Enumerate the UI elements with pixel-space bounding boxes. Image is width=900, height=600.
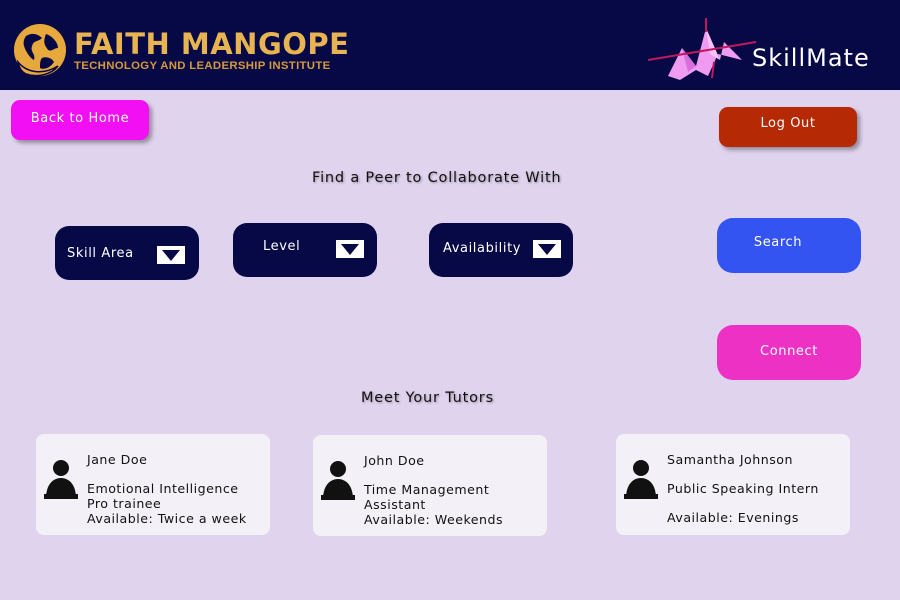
tutor-role: Emotional Intelligence	[87, 481, 239, 496]
tutor-name: John Doe	[364, 453, 425, 468]
tutor-card[interactable]: Jane Doe Emotional Intelligence Pro trai…	[36, 434, 270, 535]
tutor-card[interactable]: Samantha Johnson Public Speaking Intern …	[616, 434, 850, 535]
tutor-availability: Available: Twice a week	[87, 511, 247, 526]
availability-label: Availability	[443, 241, 522, 256]
connect-button[interactable]: Connect	[717, 325, 861, 380]
brand-subtitle: TECHNOLOGY AND LEADERSHIP INSTITUTE	[74, 60, 331, 72]
tutor-role: Public Speaking Intern	[667, 481, 819, 496]
logout-button[interactable]: Log Out	[719, 107, 857, 147]
back-to-home-button[interactable]: Back to Home	[11, 100, 149, 140]
user-avatar-icon	[321, 461, 355, 500]
skill-area-label: Skill Area	[67, 246, 134, 261]
chevron-down-icon[interactable]	[533, 240, 561, 258]
app-name: SkillMate	[752, 44, 870, 72]
tutor-name: Jane Doe	[87, 452, 148, 467]
tutors-heading: Meet Your Tutors	[361, 390, 494, 406]
skillmate-logo-icon	[647, 18, 757, 80]
globe-logo-icon	[14, 24, 66, 77]
brand-name: FAITH MANGOPE	[74, 27, 350, 61]
find-peer-heading: Find a Peer to Collaborate With	[312, 170, 562, 186]
user-avatar-icon	[624, 460, 658, 499]
tutor-availability: Available: Weekends	[364, 512, 504, 527]
skill-area-dropdown[interactable]: Skill Area	[55, 226, 199, 280]
tutor-role: Time Management	[364, 482, 490, 497]
user-avatar-icon	[44, 460, 78, 499]
tutor-availability: Available: Evenings	[667, 510, 799, 525]
chevron-down-icon[interactable]	[336, 240, 364, 258]
tutor-name: Samantha Johnson	[667, 452, 793, 467]
tutor-role: Pro trainee	[87, 496, 162, 511]
availability-dropdown[interactable]: Availability	[429, 223, 573, 277]
search-button[interactable]: Search	[717, 218, 861, 273]
level-dropdown[interactable]: Level	[233, 223, 377, 277]
header-bar: FAITH MANGOPE TECHNOLOGY AND LEADERSHIP …	[0, 0, 900, 90]
chevron-down-icon[interactable]	[157, 246, 185, 264]
tutor-role: Assistant	[364, 497, 426, 512]
tutor-card[interactable]: John Doe Time Management Assistant Avail…	[313, 435, 547, 536]
level-label: Level	[263, 239, 301, 254]
